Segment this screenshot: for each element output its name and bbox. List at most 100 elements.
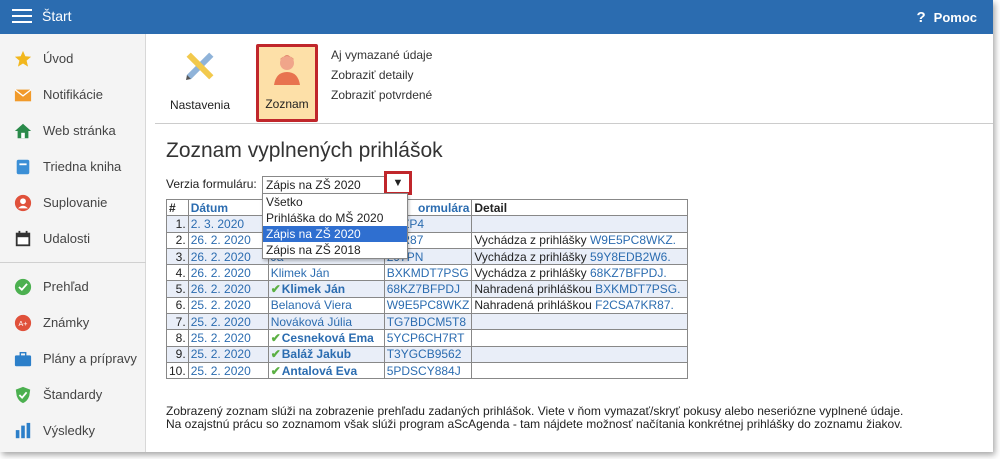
- footer-line: Na ozajstnú prácu so zoznamom však slúži…: [166, 417, 903, 431]
- cell-name[interactable]: ✔Antalová Eva: [267, 361, 385, 380]
- detail-link[interactable]: F2CSA7KR87.: [595, 298, 674, 312]
- dropdown-option-selected[interactable]: Zápis na ZŠ 2020: [263, 226, 407, 242]
- sidebar-item-prehlad[interactable]: Prehľad: [0, 272, 146, 302]
- help-icon: ?: [916, 9, 926, 26]
- cell-date[interactable]: 25. 2. 2020: [187, 296, 269, 315]
- hamburger-menu-icon[interactable]: [12, 8, 32, 24]
- cell-date[interactable]: 26. 2. 2020: [187, 280, 269, 298]
- name-text: Nováková Júlia: [270, 314, 353, 329]
- settings-button[interactable]: Nastavenia: [161, 44, 239, 122]
- cell-form-code[interactable]: BXKMDT7PSG: [383, 264, 473, 282]
- table-row[interactable]: 9. 25. 2. 2020 ✔Baláž Jakub T3YGCB9562: [166, 345, 689, 363]
- cell-detail: Nahradená prihláškou F2CSA7KR87.: [471, 296, 689, 315]
- list-label: Zoznam: [265, 97, 309, 111]
- cell-date[interactable]: 26. 2. 2020: [187, 231, 269, 249]
- check-circle-icon: [14, 278, 32, 296]
- checkmark-icon: ✔: [270, 282, 281, 297]
- table-row[interactable]: 4. 26. 2. 2020 Klimek Ján BXKMDT7PSG Vychádz…: [166, 264, 689, 282]
- table-row[interactable]: 3.26. 2. 2020Ja297PNVychádza z prihlášky…: [166, 247, 689, 266]
- app-window: Štart ? Pomoc Úvod Notifikácie Web stránk…: [0, 0, 993, 452]
- detail-link[interactable]: W9E5PC8WKZ.: [590, 233, 676, 247]
- cell-name[interactable]: Nováková Júlia: [267, 313, 385, 331]
- name-text: Cesneková Ema: [281, 331, 374, 346]
- app-title[interactable]: Štart: [42, 8, 72, 24]
- sidebar-item-label: Plány a prípravy: [43, 351, 137, 366]
- person-icon: [14, 194, 32, 212]
- sidebar-item-znamky[interactable]: A+ Známky: [0, 308, 146, 338]
- table-row[interactable]: 8. 25. 2. 2020 ✔Cesneková Ema 5YCP6CH7RT: [166, 329, 689, 347]
- show-confirmed-link[interactable]: Zobraziť potvrdené: [331, 88, 432, 102]
- dropdown-option[interactable]: Prihláška do MŠ 2020: [263, 210, 407, 226]
- cell-name[interactable]: ✔Baláž Jakub: [267, 345, 385, 363]
- cell-name[interactable]: ✔Cesneková Ema: [267, 329, 385, 347]
- table-row[interactable]: 2.26. 2. 2020Be7KR87Vychádza z prihlášky…: [166, 231, 689, 249]
- cell-date[interactable]: 25. 2. 2020: [187, 361, 269, 380]
- sidebar-item-vysledky[interactable]: Výsledky: [0, 416, 146, 446]
- cell-form-code[interactable]: 5PDSCY884J: [383, 361, 473, 380]
- detail-text: Vychádza z prihlášky: [474, 249, 590, 264]
- sidebar-item-label: Web stránka: [43, 123, 116, 138]
- cell-detail: [471, 329, 689, 347]
- show-details-link[interactable]: Zobraziť detaily: [331, 68, 432, 82]
- cell-name[interactable]: Klimek Ján: [267, 264, 385, 282]
- cell-number: 10.: [166, 361, 189, 380]
- sidebar-item-label: Notifikácie: [43, 87, 103, 102]
- cell-number: 1.: [166, 215, 189, 233]
- chevron-down-icon[interactable]: ▼: [384, 171, 412, 195]
- table-row[interactable]: 10. 25. 2. 2020 ✔Antalová Eva 5PDSCY884J: [166, 361, 689, 380]
- cell-form-code[interactable]: T3YGCB9562: [383, 345, 473, 363]
- sidebar-item-web-stranka[interactable]: Web stránka: [0, 116, 146, 146]
- sidebar-item-label: Štandardy: [43, 387, 103, 402]
- cell-date[interactable]: 25. 2. 2020: [187, 329, 269, 347]
- detail-link[interactable]: 68KZ7BFPDJ.: [590, 266, 667, 280]
- cell-form-code[interactable]: 68KZ7BFPDJ: [383, 280, 473, 298]
- cell-name[interactable]: ✔Klimek Ján: [267, 280, 385, 298]
- detail-text: Nahradená prihláškou: [474, 282, 596, 297]
- detail-link[interactable]: BXKMDT7PSG.: [595, 282, 680, 296]
- detail-link[interactable]: 59Y8EDB2W6.: [590, 250, 671, 264]
- sidebar: Úvod Notifikácie Web stránka Triedna kni…: [0, 34, 146, 452]
- cell-date[interactable]: 26. 2. 2020: [187, 264, 269, 282]
- sidebar-item-label: Prehľad: [43, 279, 89, 294]
- table-row[interactable]: 5. 26. 2. 2020 ✔Klimek Ján 68KZ7BFPDJ Nahrad…: [166, 280, 689, 298]
- list-button[interactable]: Zoznam: [256, 44, 318, 122]
- checkmark-icon: ✔: [270, 347, 281, 362]
- sidebar-item-triedna-kniha[interactable]: Triedna kniha: [0, 152, 146, 182]
- table-row[interactable]: 6. 25. 2. 2020 Belanová Viera W9E5PC8WKZ Nah…: [166, 296, 689, 315]
- sidebar-item-plany-a-pripravy[interactable]: Plány a prípravy: [0, 344, 146, 374]
- table-row[interactable]: 7. 25. 2. 2020 Nováková Júlia TG7BDCM5T8: [166, 313, 689, 331]
- house-icon: [14, 123, 32, 139]
- dropdown-option[interactable]: Všetko: [263, 194, 407, 210]
- cell-date[interactable]: 2. 3. 2020: [187, 215, 269, 233]
- sidebar-item-suplovanie[interactable]: Suplovanie: [0, 188, 146, 218]
- cell-name[interactable]: Belanová Viera: [267, 296, 385, 315]
- sidebar-item-notifikacie[interactable]: Notifikácie: [0, 80, 146, 110]
- cell-detail: Vychádza z prihlášky 59Y8EDB2W6.: [471, 247, 689, 266]
- cell-form-code[interactable]: 5YCP6CH7RT: [383, 329, 473, 347]
- cell-date[interactable]: 25. 2. 2020: [187, 345, 269, 363]
- cell-date[interactable]: 25. 2. 2020: [187, 313, 269, 331]
- cell-form-code[interactable]: W9E5PC8WKZ: [383, 296, 473, 315]
- table-row[interactable]: 1.2. 3. 2020KlEFZP4: [166, 215, 689, 233]
- svg-text:A+: A+: [19, 319, 28, 328]
- cell-number: 8.: [166, 329, 189, 347]
- sidebar-item-standardy[interactable]: Štandardy: [0, 380, 146, 410]
- help-label: Pomoc: [933, 10, 977, 25]
- toolbar-links: Aj vymazané údaje Zobraziť detaily Zobra…: [331, 48, 432, 108]
- cell-number: 3.: [166, 247, 189, 266]
- cell-number: 5.: [166, 280, 189, 298]
- footer-note: Zobrazený zoznam slúži na zobrazenie pre…: [166, 405, 903, 431]
- cell-date[interactable]: 26. 2. 2020: [187, 247, 269, 266]
- sidebar-item-uvod[interactable]: Úvod: [0, 44, 146, 74]
- column-header-date[interactable]: Dátum: [187, 198, 269, 217]
- help-button[interactable]: ? Pomoc: [916, 9, 977, 26]
- dropdown-option[interactable]: Zápis na ZŠ 2018: [263, 242, 407, 258]
- star-icon: [14, 50, 32, 67]
- sidebar-item-label: Triedna kniha: [43, 159, 122, 174]
- name-text: Klimek Ján: [270, 265, 330, 280]
- cell-form-code[interactable]: TG7BDCM5T8: [383, 313, 473, 331]
- show-deleted-link[interactable]: Aj vymazané údaje: [331, 48, 432, 62]
- settings-label: Nastavenia: [169, 98, 231, 112]
- sidebar-item-udalosti[interactable]: Udalosti: [0, 224, 146, 254]
- pencil-ruler-icon: [186, 52, 214, 80]
